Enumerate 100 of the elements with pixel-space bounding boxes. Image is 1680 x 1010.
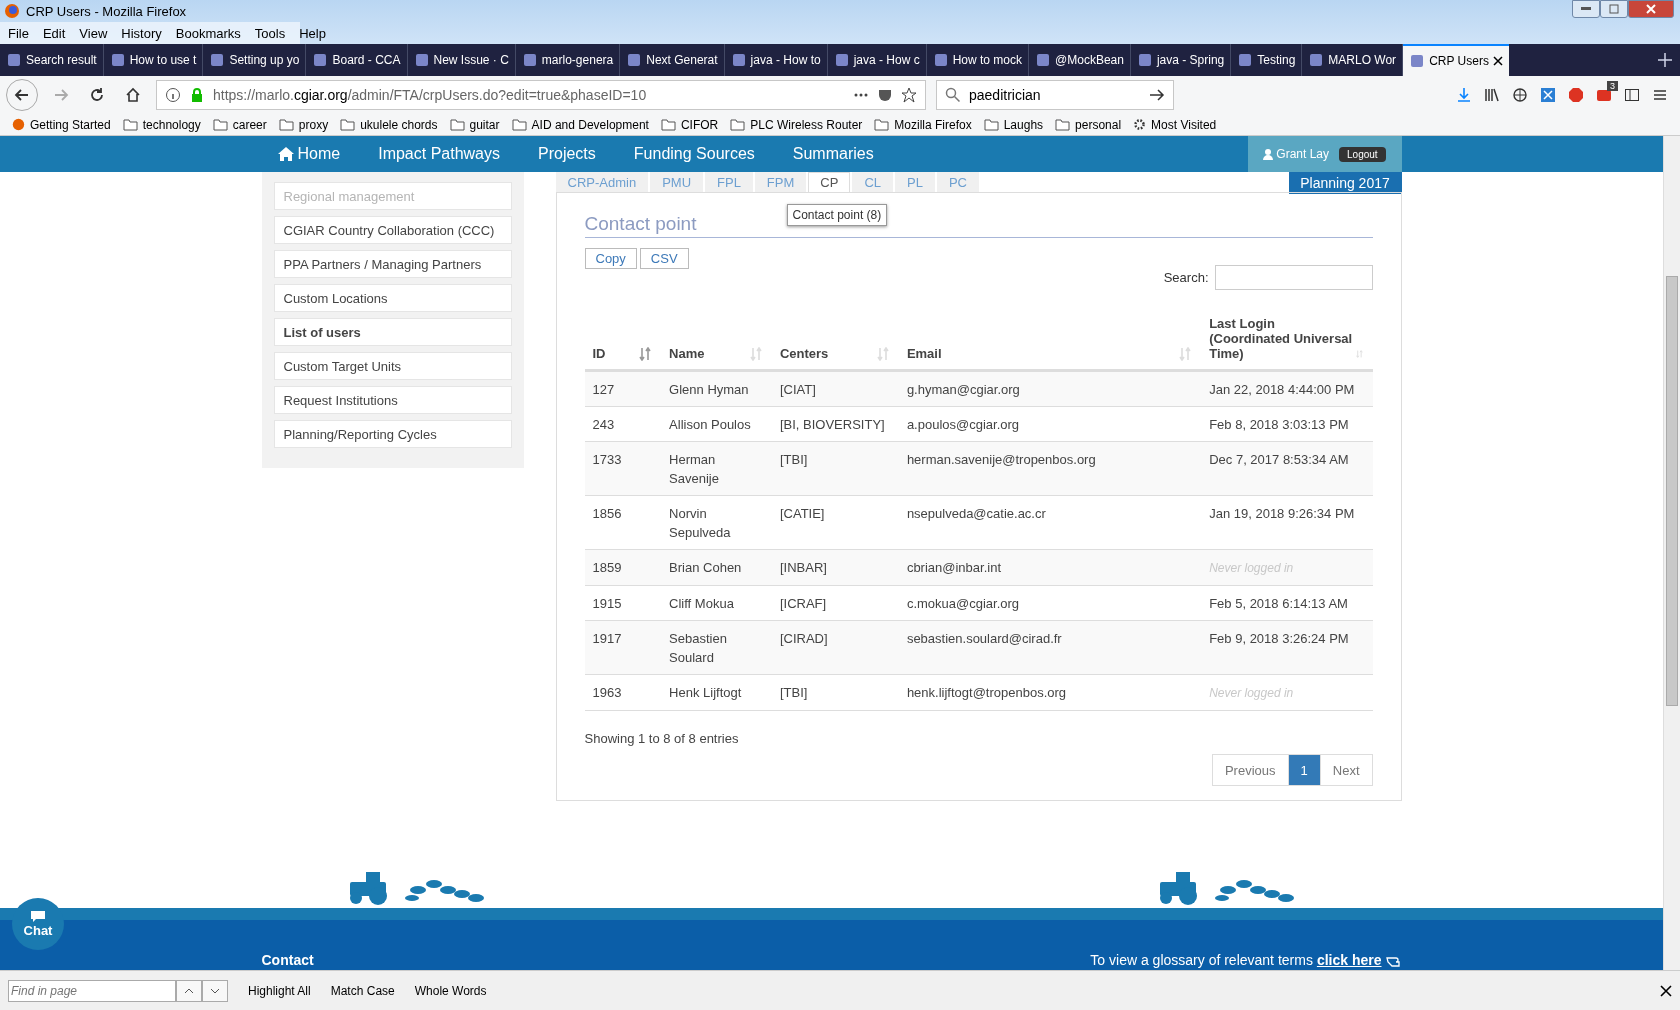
chat-button[interactable]: Chat [12, 898, 64, 950]
pocket-icon [877, 87, 893, 103]
sidebar-item[interactable]: CGIAR Country Collaboration (CCC) [273, 216, 512, 244]
nav-link[interactable]: Funding Sources [633, 145, 755, 163]
menu-item[interactable]: View [79, 25, 108, 41]
menu-item[interactable]: File [8, 25, 29, 41]
menu-item[interactable]: Tools [254, 25, 286, 41]
sidebar-icon [1624, 87, 1640, 103]
bookmark[interactable]: PLC Wireless Router [730, 117, 863, 132]
sidebar-item[interactable]: Custom Target Units [273, 352, 512, 380]
sidebar-item[interactable]: Planning/Reporting Cycles [273, 420, 512, 448]
find-option[interactable]: Whole Words [414, 983, 487, 998]
page-icon [413, 52, 430, 68]
nav-link[interactable]: Impact Pathways [378, 145, 500, 163]
export-button[interactable]: Copy [584, 248, 637, 269]
search-field[interactable]: paeditrician [936, 80, 1174, 110]
search-label: Search: [1163, 270, 1209, 285]
chevron-up-icon [184, 987, 194, 994]
table-cell: 1856 [584, 495, 662, 550]
previous-match-button[interactable] [176, 979, 202, 1002]
folder-icon [1055, 118, 1071, 131]
sidebar-item[interactable]: PPA Partners / Managing Partners [273, 250, 512, 278]
page-icon [1035, 52, 1052, 68]
role-tab[interactable]: CP [808, 172, 851, 192]
restore-icon [1609, 4, 1619, 14]
glossary-link[interactable]: click here [1316, 952, 1382, 968]
pagination-button[interactable]: 1 [1287, 754, 1321, 786]
bookmark[interactable]: guitar [449, 117, 500, 132]
bookmark[interactable]: CIFOR [660, 117, 719, 132]
page-icon [6, 52, 22, 68]
menu-item[interactable]: Bookmarks [175, 25, 241, 41]
pagination-button[interactable]: Previous [1211, 754, 1289, 786]
table-cell: [TBI] [771, 674, 899, 711]
menu-item[interactable]: Edit [42, 25, 66, 41]
export-button[interactable]: CSV [639, 248, 689, 269]
table-cell: [ICRAF] [771, 585, 899, 621]
table-cell: Glenn Hyman [661, 370, 772, 407]
table-cell: Cliff Mokua [661, 585, 772, 621]
speech-bubble-icon [31, 910, 45, 923]
bookmark[interactable]: Most Visited [1133, 117, 1217, 132]
logout-button[interactable]: Logout [1339, 146, 1386, 162]
nav-link[interactable]: Projects [538, 145, 596, 163]
bookmark[interactable]: Laughs [983, 117, 1044, 132]
lock-icon [189, 87, 205, 103]
search-icon [945, 87, 961, 103]
page-icon [209, 52, 226, 68]
table-cell: herman.savenije@tropenbos.org [898, 441, 1202, 496]
bookmark[interactable]: AID and Development [511, 117, 649, 132]
pagination-button[interactable]: Next [1319, 754, 1373, 786]
table-cell: henk.lijftogt@tropenbos.org [898, 674, 1202, 711]
table-cell: 1915 [584, 585, 662, 621]
table-cell: Dec 7, 2017 8:53:34 AM [1201, 441, 1373, 496]
search-input[interactable] [1214, 265, 1373, 290]
table-cell: c.mokua@cgiar.org [898, 585, 1202, 621]
home-icon [277, 147, 294, 161]
bookmark[interactable]: personal [1055, 117, 1122, 132]
window-title: CRP Users - Mozilla Firefox [26, 3, 187, 19]
find-option[interactable]: Match Case [330, 983, 395, 998]
bookmark[interactable]: ukulele chords [340, 117, 438, 132]
restore-button[interactable] [1600, 0, 1628, 18]
bookmark[interactable]: Mozilla Firefox [874, 117, 972, 132]
sidebar-item[interactable]: List of users [273, 318, 512, 346]
address-bar[interactable]: https://marlo.cgiar.org/admin/FTA/crpUsers.do?edit=true&phaseID=10 [156, 80, 926, 110]
sort-ascending-icon [639, 347, 654, 361]
table-cell: [CATIE] [771, 495, 899, 550]
back-arrow-icon [14, 87, 30, 103]
sort-icon [1179, 347, 1194, 361]
table-cell: Jan 22, 2018 4:44:00 PM [1201, 370, 1373, 407]
find-option[interactable]: Highlight All [248, 983, 311, 998]
table-cell: Feb 8, 2018 3:03:13 PM [1201, 406, 1373, 442]
nav-link[interactable]: Summaries [792, 145, 874, 163]
bookmark[interactable]: Getting Started [12, 117, 111, 132]
next-match-button[interactable] [202, 979, 228, 1002]
close-icon [1660, 984, 1672, 997]
find-field[interactable]: Find in page [8, 979, 176, 1002]
browser-tab[interactable]: CRP Users [1403, 44, 1509, 76]
bookmark[interactable]: career [212, 117, 267, 132]
table-cell: 127 [584, 370, 662, 407]
sidebar-item[interactable]: Custom Locations [273, 284, 512, 312]
table-cell: 1963 [584, 674, 662, 711]
close-button[interactable] [1628, 0, 1674, 18]
chevron-down-icon [210, 987, 220, 994]
scrollbar-thumb[interactable] [1666, 276, 1678, 706]
bookmark[interactable]: technology [122, 117, 201, 132]
nav-link[interactable]: Home [277, 145, 341, 163]
minimize-button[interactable] [1572, 0, 1600, 18]
table-cell: Allison Poulos [661, 406, 772, 442]
table-cell: Norvin Sepulveda [661, 495, 772, 550]
bookmark[interactable]: proxy [278, 117, 329, 132]
menu-item[interactable]: History [121, 25, 162, 41]
library-icon [1484, 87, 1500, 103]
sidebar-item[interactable]: Request Institutions [273, 386, 512, 414]
menu-item[interactable]: Help [299, 25, 326, 41]
page-icon [1409, 53, 1426, 69]
table-cell: [BI, BIOVERSITY] [771, 406, 899, 442]
home-icon [125, 87, 141, 103]
scrollbar[interactable] [1663, 136, 1680, 970]
table-cell: Sebastien Soulard [661, 620, 772, 675]
folder-icon [278, 118, 294, 131]
page-icon [932, 52, 949, 68]
